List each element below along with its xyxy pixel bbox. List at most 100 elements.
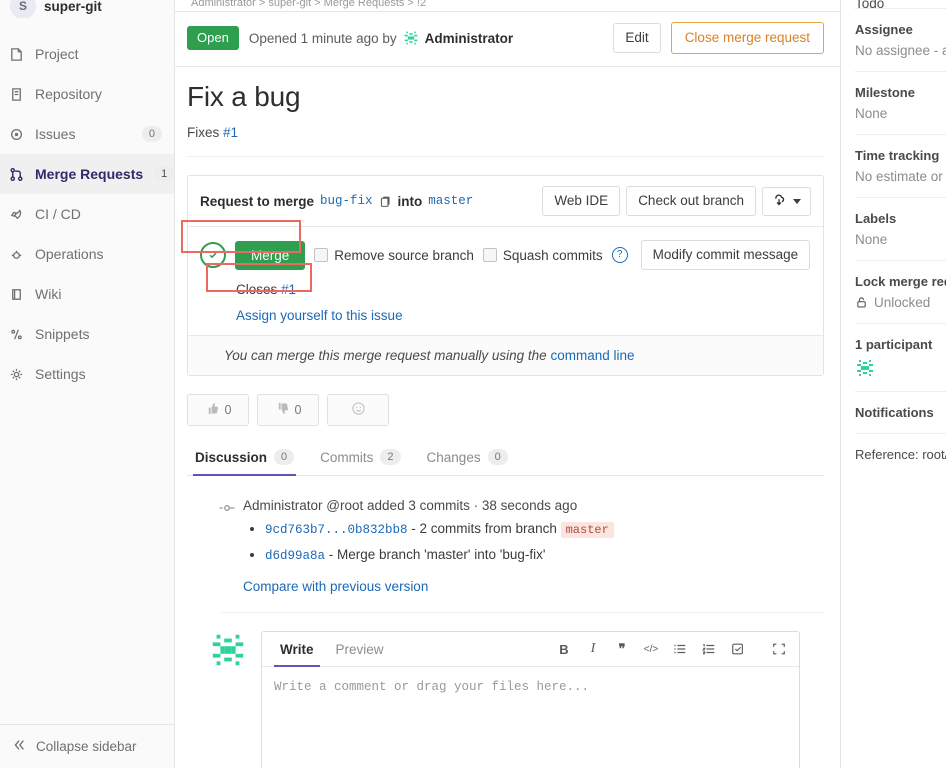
rocket-icon <box>8 206 24 222</box>
author-name[interactable]: Administrator <box>425 31 514 46</box>
sidebar-item-ci-cd[interactable]: CI / CD <box>0 194 174 234</box>
tab-changes[interactable]: Changes 0 <box>425 444 510 476</box>
tab-commits[interactable]: Commits 2 <box>318 444 402 476</box>
sidebar-item-snippets[interactable]: Snippets <box>0 314 174 354</box>
remove-source-branch-checkbox[interactable]: Remove source branch <box>314 248 474 263</box>
commit-sha-link[interactable]: d6d99a8a <box>265 549 325 563</box>
description-prefix: Fixes <box>187 125 220 140</box>
sidebar-item-settings[interactable]: Settings <box>0 354 174 394</box>
thumbs-up-button[interactable]: 0 <box>187 394 249 426</box>
gear-icon <box>8 366 24 382</box>
gitlab-merge-request-page: S super-git Project Repository Issues 0 … <box>0 0 946 768</box>
sidebar-block-notifications: Notifications <box>855 391 946 433</box>
tab-count: 2 <box>380 449 401 465</box>
sidebar-item-wiki[interactable]: Wiki <box>0 274 174 314</box>
lock-status-label: Unlocked <box>874 295 931 310</box>
thumbs-down-button[interactable]: 0 <box>257 394 319 426</box>
sidebar-item-issues[interactable]: Issues 0 <box>0 114 174 154</box>
italic-icon[interactable]: I <box>585 641 601 657</box>
manual-merge-text: You can merge this merge request manuall… <box>224 348 547 363</box>
tab-count: 0 <box>274 449 295 465</box>
merge-request-header: Open Opened 1 minute ago by Administrato… <box>175 12 840 67</box>
tab-count: 0 <box>487 449 508 465</box>
question-circle-icon[interactable]: ? <box>611 247 628 263</box>
tab-discussion[interactable]: Discussion 0 <box>193 444 297 476</box>
download-icon <box>772 193 786 210</box>
check-out-branch-button[interactable]: Check out branch <box>626 186 756 216</box>
commit-text: - 2 commits from branch <box>411 521 557 536</box>
collapse-sidebar-label: Collapse sidebar <box>36 739 137 754</box>
lock-status[interactable]: Unlocked <box>855 295 946 310</box>
fullscreen-icon[interactable] <box>771 641 787 657</box>
copy-branch-icon[interactable] <box>379 195 392 208</box>
tab-label: Commits <box>320 449 374 465</box>
into-label: into <box>397 193 423 209</box>
assign-yourself-link[interactable]: Assign yourself to this issue <box>236 308 403 323</box>
award-emoji-row: 0 0 <box>187 394 824 426</box>
thumbs-up-icon <box>205 401 220 419</box>
notifications-label[interactable]: Notifications <box>855 405 946 420</box>
assignee-value[interactable]: No assignee - as <box>855 43 946 58</box>
squash-commits-checkbox[interactable]: Squash commits <box>482 247 603 263</box>
edit-button[interactable]: Edit <box>613 23 661 53</box>
sidebar-item-repository[interactable]: Repository <box>0 74 174 114</box>
merge-request-description: Fixes #1 <box>187 125 824 157</box>
comment-input[interactable]: Write a comment or drag your files here.… <box>262 667 799 768</box>
branch-tag: master <box>560 522 614 538</box>
close-merge-request-button[interactable]: Close merge request <box>670 22 824 54</box>
repository-icon <box>8 86 24 102</box>
add-reaction-button[interactable] <box>327 394 389 426</box>
bullet-list-icon[interactable] <box>672 641 688 657</box>
book-icon <box>8 286 24 302</box>
participant-avatar[interactable] <box>855 358 875 378</box>
sidebar-item-label: Snippets <box>35 326 90 342</box>
web-ide-button[interactable]: Web IDE <box>542 186 621 216</box>
numbered-list-icon[interactable] <box>701 641 717 657</box>
merge-action-row: Merge Remove source branch Squash commit… <box>200 240 811 270</box>
tab-write[interactable]: Write <box>274 638 320 667</box>
merge-button[interactable]: Merge <box>235 240 306 270</box>
sidebar-item-merge-requests[interactable]: Merge Requests 1 <box>0 154 175 194</box>
squash-commits-label: Squash commits <box>502 247 603 263</box>
activity-handle[interactable]: @root <box>326 498 363 513</box>
target-branch[interactable]: master <box>428 194 473 208</box>
breadcrumb[interactable]: Administrator > super-git > Merge Reques… <box>175 0 840 12</box>
sidebar-item-label: Wiki <box>35 286 62 302</box>
sidebar-item-operations[interactable]: Operations <box>0 234 174 274</box>
comment-form: Write Preview B I ❞ </> Write a comment … <box>187 631 824 768</box>
issues-icon <box>8 126 24 142</box>
closes-issue-link[interactable]: #1 <box>281 282 296 297</box>
bold-icon[interactable]: B <box>556 641 572 657</box>
time-tracking-value: No estimate or t <box>855 169 946 184</box>
sidebar-item-project[interactable]: Project <box>0 34 174 74</box>
smiley-icon <box>351 401 366 419</box>
milestone-value[interactable]: None <box>855 106 946 121</box>
page-title: Fix a bug <box>187 81 301 112</box>
labels-value[interactable]: None <box>855 232 946 247</box>
block-title: Time tracking <box>855 148 940 163</box>
merge-branches-info: Request to merge bug-fix into master <box>200 194 534 209</box>
modify-commit-message-button[interactable]: Modify commit message <box>640 240 811 270</box>
compare-previous-version-link[interactable]: Compare with previous version <box>243 579 824 594</box>
project-header[interactable]: S super-git <box>0 0 174 18</box>
code-icon[interactable]: </> <box>643 641 659 657</box>
reference-text: Reference: root/ <box>855 447 946 462</box>
activity-author[interactable]: Administrator <box>243 498 323 513</box>
closes-issue-line: Closes #1 <box>236 282 811 297</box>
source-branch[interactable]: bug-fix <box>320 194 373 208</box>
chevron-down-icon <box>793 198 801 204</box>
sidebar-block-labels: Labels None <box>855 197 946 260</box>
commit-sha-link[interactable]: 9cd763b7...0b832bb8 <box>265 523 408 537</box>
command-line-link[interactable]: command line <box>550 348 634 363</box>
assign-yourself-line: Assign yourself to this issue <box>236 308 811 323</box>
commit-list: 9cd763b7...0b832bb8 - 2 commits from bra… <box>243 520 824 565</box>
task-list-icon[interactable] <box>730 641 746 657</box>
thumbs-up-count: 0 <box>224 403 232 417</box>
collapse-sidebar-button[interactable]: Collapse sidebar <box>0 724 174 768</box>
title-block: Fix a bug Fixes #1 <box>175 67 840 161</box>
issue-link[interactable]: #1 <box>223 125 238 140</box>
todo-label[interactable]: Todo <box>855 0 946 8</box>
download-dropdown-button[interactable] <box>762 186 811 216</box>
tab-preview[interactable]: Preview <box>330 638 390 667</box>
quote-icon[interactable]: ❞ <box>614 641 630 657</box>
